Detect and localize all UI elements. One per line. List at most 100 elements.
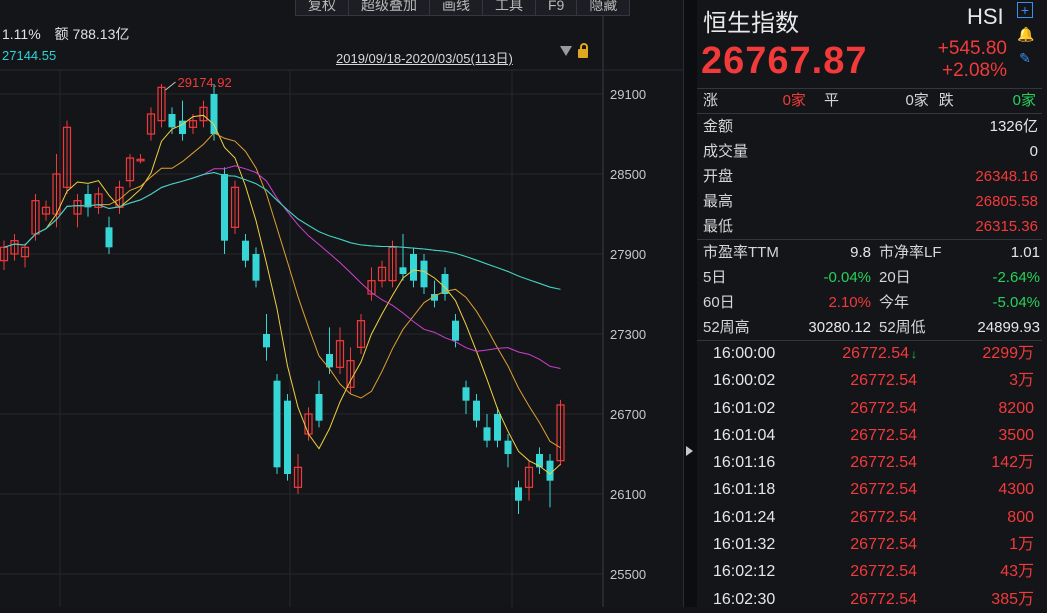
candle-body <box>494 414 501 441</box>
tick-time: 16:01:32 <box>713 536 776 554</box>
quote-side-icons: + 🔔 ✎ <box>1015 0 1037 74</box>
tick-volume: 3万 <box>1009 372 1034 390</box>
tick-time: 16:01:18 <box>713 481 776 499</box>
chart-info-line: 1.11% 额 788.13亿 <box>2 24 129 44</box>
stat-row: 最低 26315.36 <box>697 214 1042 239</box>
candle-body <box>473 400 480 421</box>
ratio-label: 20日 <box>879 269 911 286</box>
tools-button[interactable]: 工具 <box>482 0 536 16</box>
tick-price: 26772.54 <box>850 399 917 417</box>
f9-button[interactable]: F9 <box>535 0 578 16</box>
panel-divider[interactable] <box>683 0 697 607</box>
chart-toolbar: 复权 超级叠加 画线 工具 F9 隐藏 <box>295 0 631 16</box>
tick-list[interactable]: 16:00:00 26772.54 ↓ 2299万 16:00:02 26772.54 3万… <box>697 340 1042 613</box>
candle-body <box>284 400 291 474</box>
tick-row: 16:01:02 26772.54 8200 <box>697 395 1042 422</box>
quote-panel: 恒生指数 HSI + 🔔 ✎ 26767.87 +545.80 +2.08% 涨… <box>697 0 1047 608</box>
candle-body <box>252 254 260 281</box>
y-tick-label: 27900 <box>610 247 646 262</box>
stat-row: 开盘 26348.16 <box>697 164 1042 189</box>
ratio-label: 52周高 <box>703 319 750 336</box>
up-count: 0家 <box>782 92 806 109</box>
restore-rights-button[interactable]: 复权 <box>295 0 349 16</box>
draw-line-button[interactable]: 画线 <box>429 0 483 16</box>
tick-row: 16:01:16 26772.54 142万 <box>697 449 1042 476</box>
lock-icon[interactable] <box>578 42 588 58</box>
tick-row: 16:02:12 26772.54 43万 <box>697 558 1042 585</box>
stat-row: 成交量 0 <box>697 139 1042 164</box>
ratio-value: -2.64% <box>992 269 1040 286</box>
y-tick-label: 26700 <box>610 407 646 422</box>
edit-icon[interactable]: ✎ <box>1017 50 1033 66</box>
tick-time: 16:01:04 <box>713 426 776 444</box>
up-label: 涨 <box>703 92 719 109</box>
tick-time: 16:02:12 <box>713 563 776 581</box>
date-range-link[interactable]: 2019/09/18-2020/03/05(113日) <box>336 48 513 67</box>
candle-body <box>483 427 491 441</box>
stat-label: 开盘 <box>703 168 734 185</box>
ratio-value: 30280.12 <box>808 319 871 336</box>
tick-volume: 142万 <box>991 454 1034 472</box>
tick-volume: 800 <box>1007 508 1034 526</box>
candle-body <box>546 460 554 481</box>
tick-price: 26772.54 <box>850 426 917 444</box>
candle-body <box>263 334 270 348</box>
y-tick-label: 27300 <box>610 327 646 342</box>
down-label: 跌 <box>938 92 954 109</box>
add-icon[interactable]: + <box>1017 2 1033 18</box>
ratio-label: 5日 <box>703 269 727 286</box>
tick-price: 26772.54 <box>850 481 917 499</box>
candle-body <box>221 174 228 241</box>
ratio-value: -5.04% <box>992 294 1040 311</box>
ratio-row: 60日 2.10% 今年 -5.04% <box>697 290 1042 315</box>
tick-price: 26772.54 <box>850 536 917 554</box>
candle-body <box>462 387 470 401</box>
candle-body <box>410 254 417 281</box>
stats-list: 金额 1326亿 成交量 0 开盘 26348.16 最高 26805.58 最低 26315.3… <box>697 114 1042 239</box>
ratio-label: 60日 <box>703 294 735 311</box>
ratio-value: -0.04% <box>823 269 871 286</box>
hide-button[interactable]: 隐藏 <box>576 0 631 16</box>
tick-time: 16:02:30 <box>713 590 776 608</box>
candle-body <box>210 94 218 134</box>
expand-arrow-icon[interactable] <box>686 446 693 456</box>
y-tick-label: 28500 <box>610 167 646 182</box>
tick-price: 26772.54 <box>850 372 917 390</box>
change-value: +545.80 <box>937 38 1007 59</box>
stat-value: 26348.16 <box>975 168 1038 185</box>
tick-volume: 385万 <box>991 590 1034 608</box>
price-change: +545.80 +2.08% <box>938 38 1007 82</box>
change-percent: +2.08% <box>942 60 1007 81</box>
candle-body <box>315 394 323 421</box>
candle-body <box>242 240 249 261</box>
kline-chart[interactable]: 29100 28500 27900 27300 26700 26100 25500 29174… <box>0 0 683 607</box>
candle-body <box>420 260 428 288</box>
candle-body <box>168 114 176 128</box>
tick-price: 26772.54 <box>850 590 917 608</box>
candle-body <box>504 440 512 454</box>
change-pct-text: 1.11% <box>2 26 41 42</box>
kline-chart-panel[interactable]: 29100 28500 27900 27300 26700 26100 25500 29174… <box>0 0 683 607</box>
candle-body <box>105 227 113 248</box>
index-name: 恒生指数 <box>703 10 799 37</box>
tick-row: 16:00:00 26772.54 ↓ 2299万 <box>697 340 1042 367</box>
ma-value-text: 27144.55 <box>2 48 57 63</box>
ratio-value: 2.10% <box>828 294 871 311</box>
tick-row: 16:01:18 26772.54 4300 <box>697 476 1042 503</box>
high-marker-label: 29174.92 <box>178 75 232 90</box>
ratio-row: 52周高 30280.12 52周低 24899.93 <box>697 315 1042 340</box>
super-overlay-button[interactable]: 超级叠加 <box>348 0 430 16</box>
ratio-label: 市盈率TTM <box>703 244 779 261</box>
dropdown-triangle-icon[interactable] <box>560 46 572 56</box>
tick-row: 16:00:02 26772.54 3万 <box>697 367 1042 394</box>
tick-price: 26772.54 ↓ <box>842 345 917 362</box>
stat-value: 26315.36 <box>975 218 1038 235</box>
bell-icon[interactable]: 🔔 <box>1017 26 1034 42</box>
y-tick-label: 29100 <box>610 87 646 102</box>
candle-body <box>273 380 281 468</box>
ratio-value: 1.01 <box>1010 244 1040 261</box>
tick-row: 16:01:04 26772.54 3500 <box>697 422 1042 449</box>
ratio-label: 市净率LF <box>879 244 942 261</box>
tick-price: 26772.54 <box>850 508 917 526</box>
stat-label: 成交量 <box>703 143 749 160</box>
